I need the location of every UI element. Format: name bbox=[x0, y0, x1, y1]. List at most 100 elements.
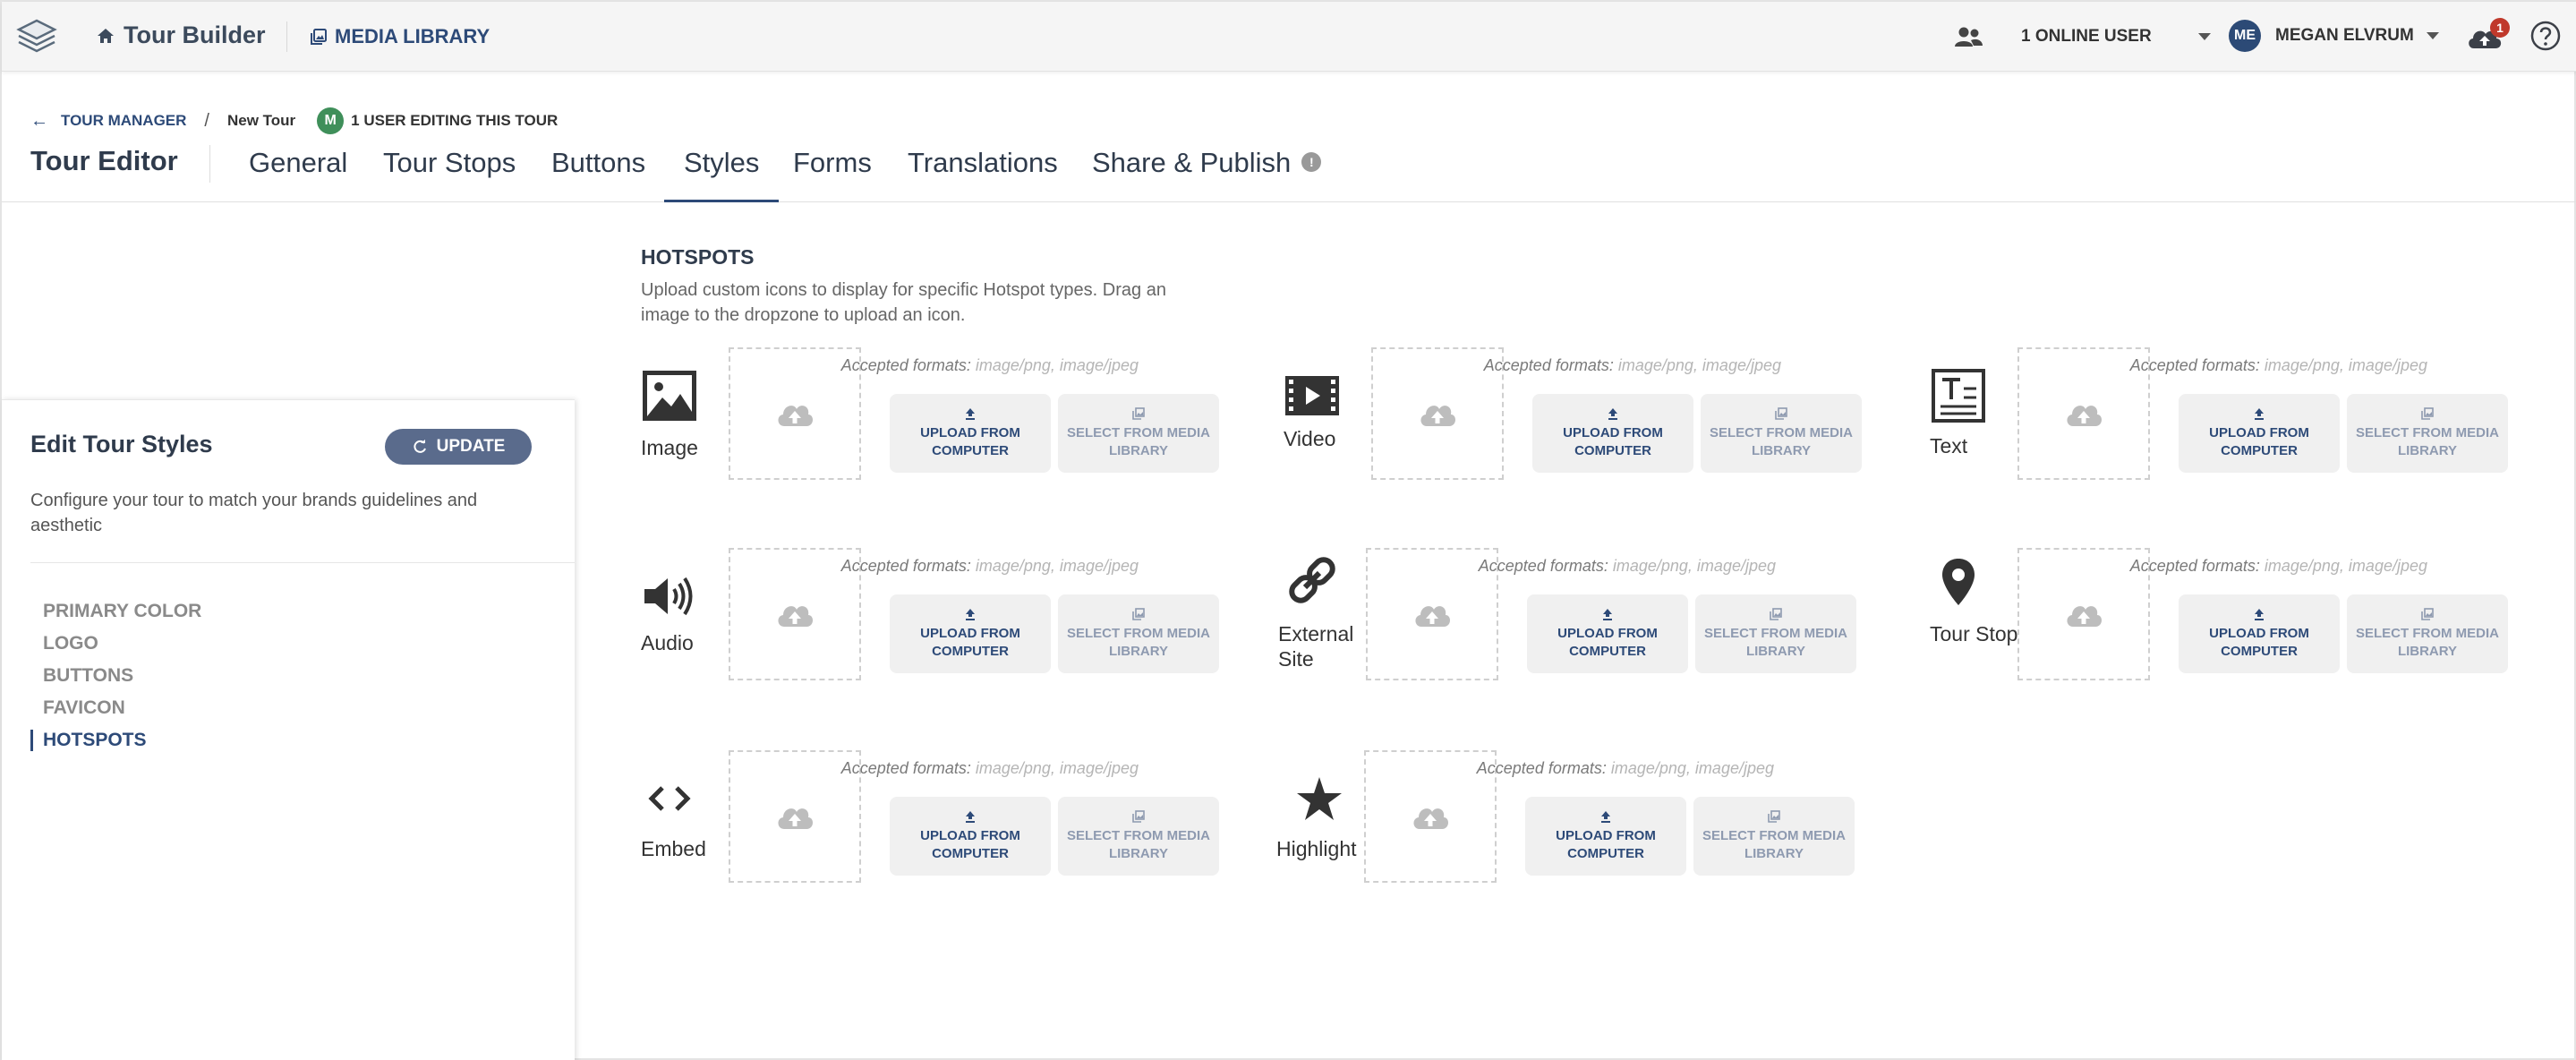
upload-from-computer-button[interactable]: UPLOAD FROM COMPUTER bbox=[890, 394, 1051, 473]
brand-name: Tour Builder bbox=[124, 21, 266, 48]
hotspot-label: Embed bbox=[641, 837, 706, 860]
select-label: SELECT FROM MEDIA LIBRARY bbox=[2356, 425, 2499, 458]
tab-general[interactable]: General bbox=[249, 147, 347, 202]
tab-translations[interactable]: Translations bbox=[908, 147, 1058, 202]
avatar: ME bbox=[2229, 20, 2261, 52]
accepted-formats-value: image/png, image/jpeg bbox=[2264, 356, 2427, 374]
upload-icon bbox=[2255, 609, 2264, 620]
notification-badge: 1 bbox=[2490, 18, 2510, 38]
select-from-media-library-button[interactable]: SELECT FROM MEDIA LIBRARY bbox=[1058, 594, 1219, 673]
help-icon[interactable] bbox=[2529, 20, 2562, 52]
upload-label: UPLOAD FROM COMPUTER bbox=[920, 626, 1020, 659]
cloud-upload-icon bbox=[1413, 808, 1449, 829]
select-from-media-library-button[interactable]: SELECT FROM MEDIA LIBRARY bbox=[2347, 394, 2508, 473]
styles-nav-hotspots[interactable]: HOTSPOTS bbox=[30, 724, 201, 757]
cloud-upload-icon bbox=[2067, 406, 2103, 426]
styles-nav-favicon[interactable]: FAVICON bbox=[43, 692, 201, 724]
tab-share-publish-label: Share & Publish bbox=[1092, 147, 1292, 178]
top-bar: Tour Builder MEDIA LIBRARY 1 ONLINE USER… bbox=[2, 2, 2576, 72]
accepted-formats-value: image/png, image/jpeg bbox=[2264, 557, 2427, 575]
hotspot-video: Video Accepted formats: image/png, image… bbox=[1284, 347, 1910, 491]
page-title: Tour Editor bbox=[30, 145, 178, 176]
accepted-formats: Accepted formats: image/png, image/jpeg bbox=[1452, 759, 1774, 778]
styles-nav: PRIMARY COLOR LOGO BUTTONS FAVICON HOTSP… bbox=[30, 595, 201, 757]
accepted-formats-label: Accepted formats: bbox=[840, 356, 971, 374]
select-label: SELECT FROM MEDIA LIBRARY bbox=[1067, 828, 1210, 861]
styles-nav-buttons[interactable]: BUTTONS bbox=[43, 660, 201, 692]
divider bbox=[209, 145, 210, 183]
hotspot-label: External Site bbox=[1278, 622, 1354, 671]
section-description: Upload custom icons to display for speci… bbox=[641, 280, 1166, 325]
edit-styles-panel: Edit Tour Styles UPDATE Configure your t… bbox=[2, 399, 575, 1060]
cloud-upload-icon bbox=[778, 606, 814, 627]
tab-styles[interactable]: Styles bbox=[664, 147, 780, 202]
panel-description: Configure your tour to match your brands… bbox=[30, 491, 478, 535]
hotspot-embed: Embed Accepted formats: image/png, image… bbox=[641, 750, 1267, 893]
tour-manager-link[interactable]: TOUR MANAGER bbox=[61, 112, 186, 130]
accepted-formats: Accepted formats: image/png, image/jpeg bbox=[816, 356, 1139, 375]
brand-home-link[interactable]: Tour Builder bbox=[97, 21, 266, 49]
select-from-media-library-button[interactable]: SELECT FROM MEDIA LIBRARY bbox=[1695, 594, 1856, 673]
upload-label: UPLOAD FROM COMPUTER bbox=[2209, 626, 2309, 659]
hotspot-label: Text bbox=[1930, 434, 1968, 457]
select-from-media-library-button[interactable]: SELECT FROM MEDIA LIBRARY bbox=[1058, 394, 1219, 473]
update-button[interactable]: UPDATE bbox=[385, 429, 532, 465]
upload-icon bbox=[1603, 609, 1612, 620]
info-icon: ! bbox=[1301, 152, 1322, 172]
upload-from-computer-button[interactable]: UPLOAD FROM COMPUTER bbox=[1532, 394, 1693, 473]
cloud-upload-icon bbox=[1420, 406, 1456, 426]
hotspot-image: Image Accepted formats: image/png, image… bbox=[641, 347, 1267, 491]
select-label: SELECT FROM MEDIA LIBRARY bbox=[1702, 828, 1846, 861]
upload-from-computer-button[interactable]: UPLOAD FROM COMPUTER bbox=[2179, 394, 2340, 473]
styles-nav-logo[interactable]: LOGO bbox=[43, 628, 201, 660]
accepted-formats-label: Accepted formats: bbox=[840, 759, 971, 777]
publish-notifications-button[interactable]: 1 bbox=[2465, 18, 2510, 54]
upload-icon bbox=[1601, 811, 1610, 823]
media-icon bbox=[1768, 810, 1780, 823]
hotspot-label: Image bbox=[641, 436, 698, 459]
cloud-upload-icon bbox=[1415, 606, 1451, 627]
media-icon bbox=[2421, 608, 2434, 620]
people-icon bbox=[1955, 27, 1983, 47]
refresh-icon bbox=[414, 440, 426, 453]
upload-label: UPLOAD FROM COMPUTER bbox=[1556, 828, 1656, 861]
media-library-link[interactable]: MEDIA LIBRARY bbox=[310, 25, 490, 48]
arrow-left-icon[interactable]: ← bbox=[30, 111, 48, 132]
breadcrumb-separator: / bbox=[204, 110, 209, 131]
chevron-down-icon bbox=[2197, 33, 2211, 40]
accepted-formats-label: Accepted formats: bbox=[1476, 759, 1607, 777]
code-icon bbox=[641, 770, 698, 827]
tab-forms[interactable]: Forms bbox=[793, 147, 872, 202]
update-label: UPDATE bbox=[436, 437, 506, 456]
styles-nav-primary-color[interactable]: PRIMARY COLOR bbox=[43, 595, 201, 628]
select-from-media-library-button[interactable]: SELECT FROM MEDIA LIBRARY bbox=[1693, 797, 1855, 876]
tab-share-publish[interactable]: Share & Publish! bbox=[1092, 147, 1322, 202]
user-menu[interactable]: ME MEGAN ELVRUM bbox=[2229, 20, 2439, 52]
link-icon bbox=[1284, 551, 1341, 609]
tab-tour-stops[interactable]: Tour Stops bbox=[383, 147, 516, 202]
media-icon bbox=[1132, 810, 1145, 823]
select-from-media-library-button[interactable]: SELECT FROM MEDIA LIBRARY bbox=[2347, 594, 2508, 673]
media-icon bbox=[2421, 407, 2434, 420]
upload-from-computer-button[interactable]: UPLOAD FROM COMPUTER bbox=[1525, 797, 1686, 876]
media-icon bbox=[1775, 407, 1787, 420]
upload-icon bbox=[966, 408, 975, 420]
chevron-down-icon bbox=[2426, 32, 2439, 39]
accepted-formats-label: Accepted formats: bbox=[2129, 356, 2260, 374]
online-users-dropdown[interactable]: 1 ONLINE USER bbox=[1953, 23, 2211, 50]
upload-from-computer-button[interactable]: UPLOAD FROM COMPUTER bbox=[890, 594, 1051, 673]
accepted-formats: Accepted formats: image/png, image/jpeg bbox=[816, 759, 1139, 778]
media-icon bbox=[1770, 608, 1782, 620]
upload-from-computer-button[interactable]: UPLOAD FROM COMPUTER bbox=[890, 797, 1051, 876]
select-from-media-library-button[interactable]: SELECT FROM MEDIA LIBRARY bbox=[1701, 394, 1862, 473]
upload-from-computer-button[interactable]: UPLOAD FROM COMPUTER bbox=[1527, 594, 1688, 673]
cloud-upload-icon bbox=[778, 406, 814, 426]
select-from-media-library-button[interactable]: SELECT FROM MEDIA LIBRARY bbox=[1058, 797, 1219, 876]
accepted-formats: Accepted formats: image/png, image/jpeg bbox=[2105, 356, 2427, 375]
hotspot-label: Highlight bbox=[1276, 837, 1357, 860]
tab-buttons[interactable]: Buttons bbox=[551, 147, 645, 202]
select-label: SELECT FROM MEDIA LIBRARY bbox=[1710, 425, 1853, 458]
upload-from-computer-button[interactable]: UPLOAD FROM COMPUTER bbox=[2179, 594, 2340, 673]
app-logo[interactable] bbox=[16, 18, 57, 56]
cloud-upload-icon bbox=[2067, 606, 2103, 627]
